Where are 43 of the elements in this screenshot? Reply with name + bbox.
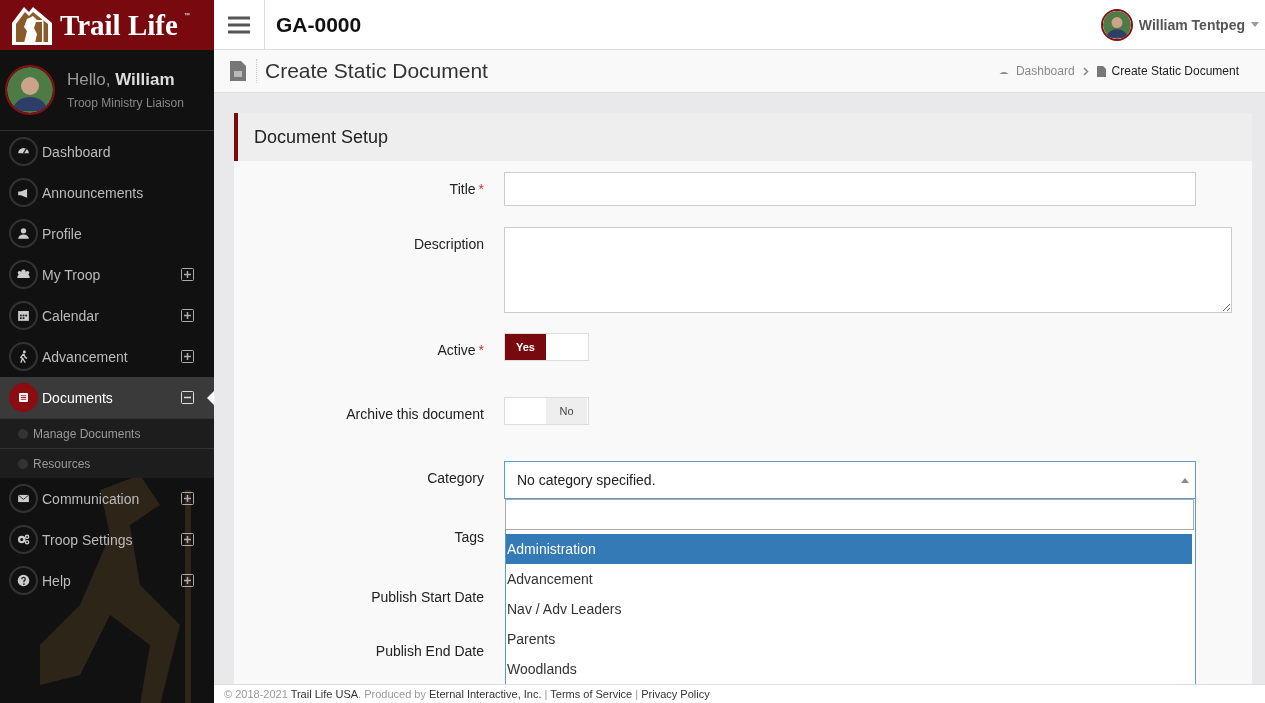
category-select[interactable]: No category specified.	[504, 461, 1196, 499]
user-role: Troop Ministry Liaison	[67, 96, 184, 110]
dropdown-option[interactable]: Administration	[506, 534, 1192, 564]
submenu-item[interactable]: Manage Documents	[0, 418, 214, 448]
sidebar-item[interactable]: Advancement	[0, 336, 214, 377]
sidebar-item[interactable]: Dashboard	[0, 131, 214, 172]
field-label: Tags	[454, 529, 484, 545]
dropdown-option[interactable]: Advancement	[506, 564, 1192, 594]
brand-name: Trail Life	[60, 8, 178, 42]
sidebar-item[interactable]: Profile	[0, 213, 214, 254]
footer-link[interactable]: Eternal Interactive, Inc.	[429, 688, 542, 700]
card-title: Document Setup	[234, 113, 1252, 161]
sidebar-item[interactable]: Documents	[0, 377, 214, 418]
footer-link[interactable]: Terms of Service	[550, 688, 633, 700]
sidebar-item[interactable]: Announcements	[0, 172, 214, 213]
dropdown-option[interactable]: Parents	[506, 624, 1192, 654]
required-mark: *	[478, 181, 484, 197]
user-menu[interactable]: William Tentpeg	[1100, 8, 1259, 41]
sidebar-item[interactable]: My Troop	[0, 254, 214, 295]
field-label: Description	[413, 236, 484, 252]
breadcrumb-current: Create Static Document	[1096, 64, 1239, 78]
toggle-switch[interactable]: Yes	[504, 333, 589, 361]
toggle-switch[interactable]: No	[504, 397, 589, 425]
field-label: Publish Start Date	[371, 589, 484, 605]
required-mark: *	[478, 342, 484, 358]
unit-title: GA-0000	[276, 12, 362, 37]
field-label: Category	[427, 470, 484, 486]
sidebar-item[interactable]: Calendar	[0, 295, 214, 336]
dropdown-option[interactable]: Nav / Adv Leaders	[506, 594, 1192, 624]
greeting: Hello, William	[67, 70, 176, 90]
dropdown-option[interactable]: Woodlands	[506, 654, 1192, 684]
page-title: Create Static Document	[256, 59, 488, 83]
sidebar-item[interactable]: Help	[0, 560, 214, 601]
sidebar-item[interactable]: Communication	[0, 478, 214, 519]
sidebar-item[interactable]: Troop Settings	[0, 519, 214, 560]
footer-link[interactable]: Privacy Policy	[641, 688, 710, 700]
footer-text: © 2018-2021 Trail Life USA. Produced by Eternal Interactive, Inc. | Terms of Service | Privacy Policy	[224, 688, 710, 700]
breadcrumb-link[interactable]: Dashboard	[997, 64, 1075, 78]
submenu-item[interactable]: Resources	[0, 448, 214, 478]
field-label: Archive this document	[346, 406, 484, 422]
field-label: Title	[449, 181, 476, 197]
field-label: Active	[437, 342, 476, 358]
field-label: Publish End Date	[375, 643, 484, 659]
